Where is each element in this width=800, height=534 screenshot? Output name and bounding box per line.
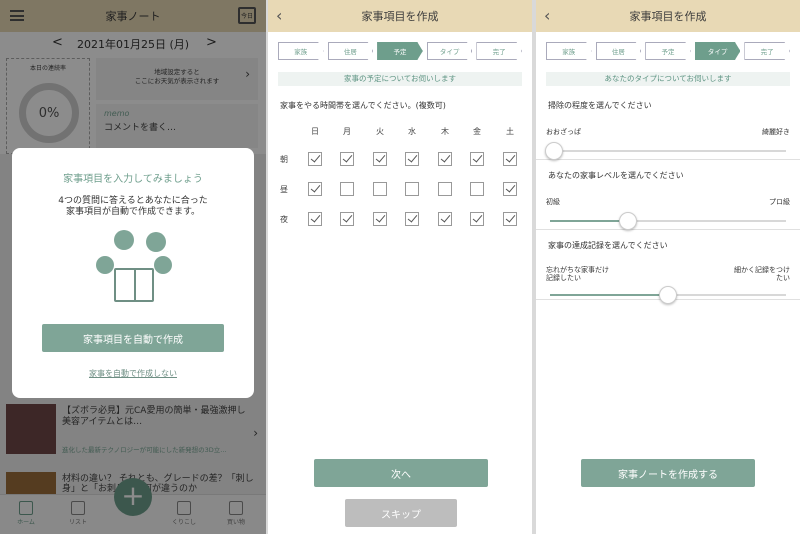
header-title: 家事項目を作成 bbox=[361, 10, 439, 23]
create-header: ‹ 家事項目を作成 bbox=[268, 0, 532, 32]
back-icon[interactable]: ‹ bbox=[544, 6, 550, 25]
auto-create-modal: 家事項目を入力してみましょう 4つの質問に答えるとあなたに合った 家事項目が自動… bbox=[12, 148, 254, 398]
header-title: 家事項目を作成 bbox=[629, 10, 707, 23]
create-header: ‹ 家事項目を作成 bbox=[536, 0, 800, 32]
slider-question: 掃除の程度を選んでください おおざっぱ 綺麗好き bbox=[536, 92, 800, 160]
time-slot-label: 朝 bbox=[280, 155, 288, 164]
time-slot-checkbox[interactable] bbox=[405, 182, 419, 196]
time-slot-checkbox[interactable] bbox=[308, 152, 322, 166]
step-home: 住居 bbox=[595, 42, 642, 60]
auto-create-button[interactable]: 家事項目を自動で作成 bbox=[42, 324, 224, 352]
day-header: 日 bbox=[311, 127, 319, 136]
day-header: 水 bbox=[408, 127, 416, 136]
time-slot-checkbox[interactable] bbox=[405, 152, 419, 166]
day-header: 金 bbox=[473, 127, 481, 136]
time-slot-checkbox[interactable] bbox=[438, 182, 452, 196]
create-note-button[interactable]: 家事ノートを作成する bbox=[581, 459, 755, 487]
slider-question-text: 家事の達成記録を選んでください bbox=[548, 241, 668, 250]
book-icon bbox=[114, 268, 154, 302]
slider-track[interactable] bbox=[550, 212, 786, 230]
slider-max-label: 細かく記録をつけたい bbox=[734, 266, 790, 282]
time-slot-checkbox[interactable] bbox=[340, 152, 354, 166]
slider-track[interactable] bbox=[550, 286, 786, 304]
modal-desc-line-2: 家事項目が自動で作成できます。 bbox=[65, 207, 201, 217]
modal-description: 4つの質問に答えるとあなたに合った 家事項目が自動で作成できます。 bbox=[12, 196, 254, 218]
time-slot-checkbox[interactable] bbox=[308, 212, 322, 226]
step-indicator: 家族 住居 予定 タイプ 完了 bbox=[546, 42, 790, 62]
time-slot-checkbox[interactable] bbox=[308, 182, 322, 196]
slider-knob[interactable] bbox=[545, 142, 563, 160]
slider-max-label: プロ級 bbox=[769, 198, 790, 206]
time-slot-checkbox[interactable] bbox=[373, 152, 387, 166]
slider-question: あなたの家事レベルを選んでください 初級 プロ級 bbox=[536, 162, 800, 230]
person-icon bbox=[96, 256, 114, 274]
time-slot-checkbox[interactable] bbox=[470, 152, 484, 166]
household-illustration bbox=[92, 230, 176, 310]
day-header: 火 bbox=[376, 127, 384, 136]
time-slot-question: 家事をやる時間帯を選んでください。(複数可) bbox=[280, 101, 446, 110]
calendar-icon bbox=[154, 256, 172, 274]
slider-question: 家事の達成記録を選んでください忘れがちな家事だけ記録したい 細かく記録をつけたい bbox=[536, 232, 800, 304]
step-family: 家族 bbox=[546, 42, 592, 60]
time-slot-checkbox[interactable] bbox=[373, 182, 387, 196]
slider-fill bbox=[550, 220, 628, 222]
time-slot-checkbox[interactable] bbox=[373, 212, 387, 226]
time-slot-checkbox[interactable] bbox=[503, 182, 517, 196]
step-family: 家族 bbox=[278, 42, 324, 60]
time-slot-checkbox[interactable] bbox=[503, 152, 517, 166]
slider-knob[interactable] bbox=[659, 286, 677, 304]
step-home: 住居 bbox=[327, 42, 374, 60]
slider-question-text: 掃除の程度を選んでください bbox=[548, 101, 652, 110]
slider-question-text: あなたの家事レベルを選んでください bbox=[548, 171, 684, 180]
time-slot-checkbox[interactable] bbox=[405, 212, 419, 226]
step-subtitle: 家事の予定についてお伺いします bbox=[278, 72, 522, 86]
slider-track[interactable] bbox=[545, 142, 786, 160]
step-indicator: 家族 住居 予定 タイプ 完了 bbox=[278, 42, 522, 62]
day-header: 木 bbox=[441, 127, 449, 136]
skip-button[interactable]: スキップ bbox=[345, 499, 457, 527]
step-schedule: 予定 bbox=[377, 42, 423, 60]
slider-max-label: 綺麗好き bbox=[762, 128, 790, 136]
time-slot-checkbox[interactable] bbox=[470, 212, 484, 226]
broom-icon bbox=[146, 232, 166, 252]
time-slot-checkbox[interactable] bbox=[340, 182, 354, 196]
slider-min-label: おおざっぱ bbox=[546, 128, 581, 136]
step-subtitle: あなたのタイプについてお伺いします bbox=[546, 72, 790, 86]
time-slot-checkbox[interactable] bbox=[340, 212, 354, 226]
slider-knob[interactable] bbox=[618, 212, 637, 230]
slider-min-label: 忘れがちな家事だけ記録したい bbox=[546, 266, 609, 282]
slider-fill bbox=[550, 294, 668, 296]
day-header: 月 bbox=[343, 127, 351, 136]
step-schedule: 予定 bbox=[645, 42, 691, 60]
time-slot-checkbox[interactable] bbox=[438, 212, 452, 226]
modal-title: 家事項目を入力してみましょう bbox=[63, 174, 203, 185]
time-slot-label: 夜 bbox=[280, 215, 288, 224]
time-slot-checkbox[interactable] bbox=[503, 212, 517, 226]
step-done: 完了 bbox=[476, 42, 522, 60]
time-slot-checkbox[interactable] bbox=[470, 182, 484, 196]
paw-icon bbox=[114, 230, 134, 250]
time-slot-checkbox[interactable] bbox=[438, 152, 452, 166]
step-done: 完了 bbox=[744, 42, 790, 60]
day-header: 土 bbox=[506, 127, 514, 136]
home-screen: 家事ノート 今日 < 2021年01月25日 (月) > 本日の連続率 0% 地… bbox=[0, 0, 266, 534]
time-slot-label: 昼 bbox=[280, 185, 288, 194]
skip-auto-create-link[interactable]: 家事を自動で作成しない bbox=[12, 368, 254, 379]
slider-min-label: 初級 bbox=[546, 198, 560, 206]
schedule-screen: ‹ 家事項目を作成 家族 住居 予定 タイプ 完了 家事の予定についてお伺いしま… bbox=[268, 0, 532, 534]
next-button[interactable]: 次へ bbox=[314, 459, 488, 487]
type-screen: ‹ 家事項目を作成 家族 住居 予定 タイプ 完了 あなたのタイプについてお伺い… bbox=[536, 0, 800, 534]
modal-desc-line-1: 4つの質問に答えるとあなたに合った bbox=[58, 196, 208, 206]
step-type: タイプ bbox=[426, 42, 473, 60]
back-icon[interactable]: ‹ bbox=[276, 6, 282, 25]
step-type: タイプ bbox=[694, 42, 741, 60]
